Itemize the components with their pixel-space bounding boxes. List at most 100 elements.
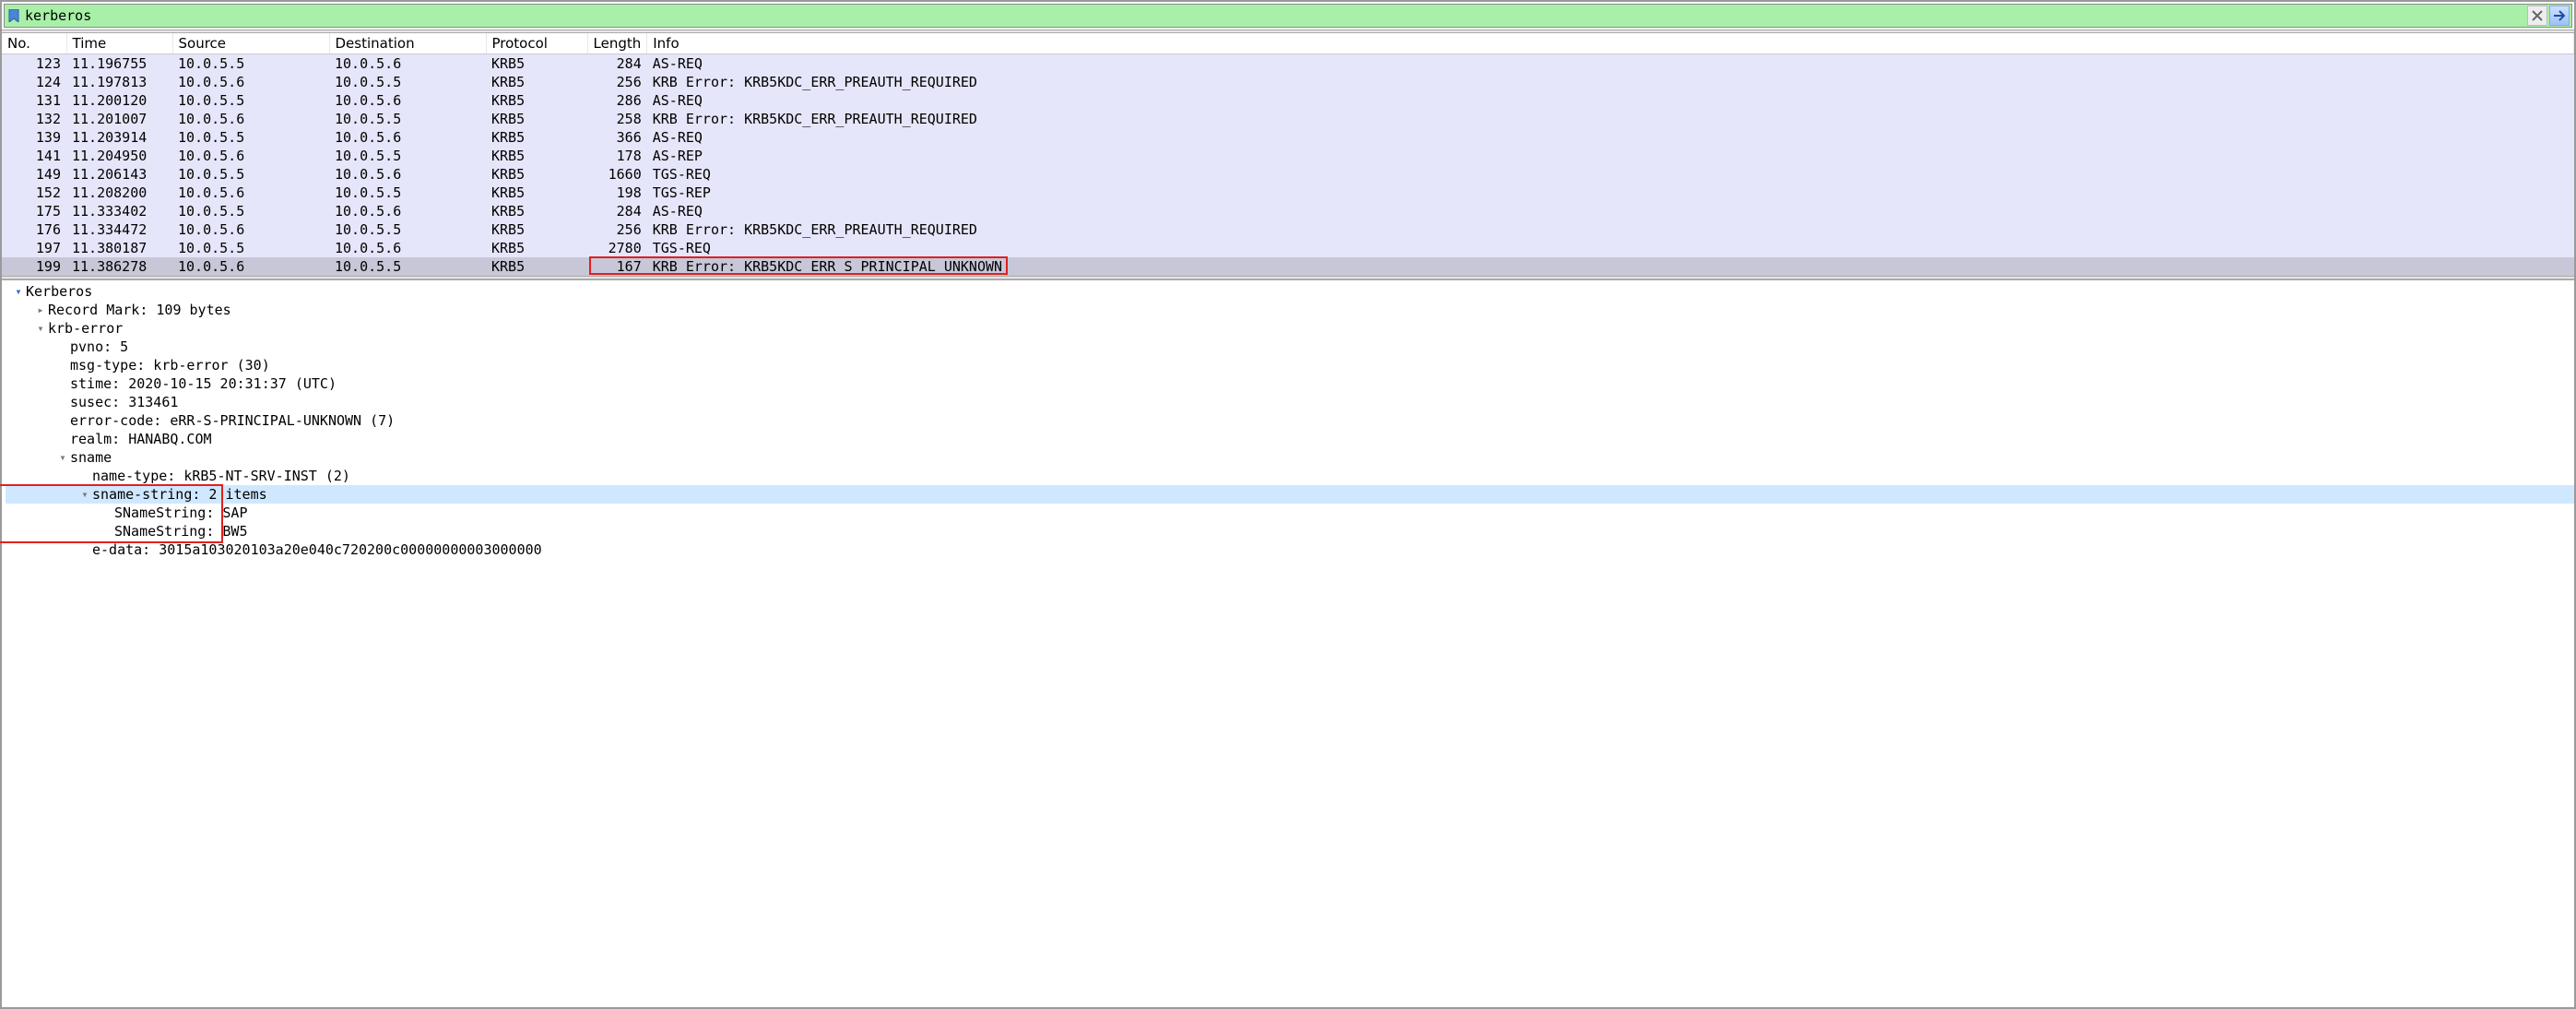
tree-stime[interactable]: stime: 2020-10-15 20:31:37 (UTC) (6, 374, 2574, 393)
col-proto[interactable]: Protocol (486, 33, 587, 54)
cell: 10.0.5.5 (329, 110, 486, 128)
cell-info: TGS-REP (647, 184, 2574, 202)
cell: 11.203914 (66, 128, 172, 147)
cell: 123 (2, 54, 66, 74)
packet-row[interactable]: 17611.33447210.0.5.610.0.5.5KRB5256KRB E… (2, 220, 2574, 239)
col-len[interactable]: Length (587, 33, 647, 54)
cell: 10.0.5.6 (172, 184, 329, 202)
packet-row[interactable]: 12311.19675510.0.5.510.0.5.6KRB5284AS-RE… (2, 54, 2574, 74)
cell: 10.0.5.5 (329, 184, 486, 202)
display-filter-bar (4, 4, 2572, 28)
bookmark-icon[interactable] (5, 9, 23, 22)
cell: 176 (2, 220, 66, 239)
tree-sname-item-0[interactable]: SNameString: SAP (6, 504, 2574, 522)
cell: 131 (2, 91, 66, 110)
cell: 10.0.5.6 (329, 165, 486, 184)
cell: 11.197813 (66, 73, 172, 91)
packet-row[interactable]: 15211.20820010.0.5.610.0.5.5KRB5198TGS-R… (2, 184, 2574, 202)
tree-msg-type[interactable]: msg-type: krb-error (30) (6, 356, 2574, 374)
cell-info: TGS-REQ (647, 165, 2574, 184)
cell: 10.0.5.6 (172, 73, 329, 91)
cell: 198 (587, 184, 647, 202)
packet-header-row: No. Time Source Destination Protocol Len… (2, 33, 2574, 54)
tree-label: error-code: eRR-S-PRINCIPAL-UNKNOWN (7) (70, 412, 395, 429)
chevron-down-icon: ▾ (11, 285, 26, 298)
cell: 11.380187 (66, 239, 172, 257)
col-time[interactable]: Time (66, 33, 172, 54)
packet-row[interactable]: 14911.20614310.0.5.510.0.5.6KRB51660TGS-… (2, 165, 2574, 184)
tree-sname-string[interactable]: ▾ sname-string: 2 items (6, 485, 2574, 504)
tree-name-type[interactable]: name-type: kRB5-NT-SRV-INST (2) (6, 467, 2574, 485)
cell: 10.0.5.5 (329, 220, 486, 239)
cell-info: KRB Error: KRB5KDC_ERR_PREAUTH_REQUIRED (647, 73, 2574, 91)
tree-sname-item-1[interactable]: SNameString: BW5 (6, 522, 2574, 540)
cell-info: AS-REQ (647, 91, 2574, 110)
chevron-right-icon: ▸ (33, 303, 48, 316)
cell: 10.0.5.6 (329, 202, 486, 220)
display-filter-input[interactable] (23, 6, 2527, 26)
cell: 141 (2, 147, 66, 165)
cell: 258 (587, 110, 647, 128)
tree-error-code[interactable]: error-code: eRR-S-PRINCIPAL-UNKNOWN (7) (6, 411, 2574, 430)
tree-label: e-data: 3015a103020103a20e040c720200c000… (92, 541, 542, 558)
cell: 10.0.5.6 (172, 110, 329, 128)
packet-row[interactable]: 17511.33340210.0.5.510.0.5.6KRB5284AS-RE… (2, 202, 2574, 220)
cell: KRB5 (486, 184, 587, 202)
cell: 199 (2, 257, 66, 276)
col-src[interactable]: Source (172, 33, 329, 54)
packet-row[interactable]: 13911.20391410.0.5.510.0.5.6KRB5366AS-RE… (2, 128, 2574, 147)
tree-label: msg-type: krb-error (30) (70, 357, 270, 374)
cell: 197 (2, 239, 66, 257)
cell: 11.208200 (66, 184, 172, 202)
cell: 11.334472 (66, 220, 172, 239)
cell: 10.0.5.6 (329, 239, 486, 257)
cell: 11.333402 (66, 202, 172, 220)
cell-info: AS-REQ (647, 128, 2574, 147)
cell: 10.0.5.5 (172, 202, 329, 220)
cell: 10.0.5.6 (172, 220, 329, 239)
cell: 10.0.5.6 (172, 257, 329, 276)
col-info[interactable]: Info (647, 33, 2574, 54)
tree-susec[interactable]: susec: 313461 (6, 393, 2574, 411)
col-dst[interactable]: Destination (329, 33, 486, 54)
cell: KRB5 (486, 202, 587, 220)
cell: 11.201007 (66, 110, 172, 128)
packet-detail-pane: ▾ Kerberos ▸ Record Mark: 109 bytes ▾ kr… (2, 279, 2574, 561)
tree-record-mark[interactable]: ▸ Record Mark: 109 bytes (6, 301, 2574, 319)
packet-row[interactable]: 13211.20100710.0.5.610.0.5.5KRB5258KRB E… (2, 110, 2574, 128)
cell: 149 (2, 165, 66, 184)
cell: 11.196755 (66, 54, 172, 74)
tree-label: krb-error (48, 320, 123, 337)
cell: 132 (2, 110, 66, 128)
cell-info: KRB Error: KRB5KDC_ERR_S_PRINCIPAL_UNKNO… (647, 257, 2574, 276)
cell: 10.0.5.5 (172, 54, 329, 74)
tree-krb-error[interactable]: ▾ krb-error (6, 319, 2574, 338)
apply-filter-icon[interactable] (2549, 6, 2570, 26)
packet-row[interactable]: 14111.20495010.0.5.610.0.5.5KRB5178AS-RE… (2, 147, 2574, 165)
tree-label: Kerberos (26, 283, 92, 300)
tree-label: realm: HANABQ.COM (70, 431, 212, 447)
packet-row[interactable]: 19711.38018710.0.5.510.0.5.6KRB52780TGS-… (2, 239, 2574, 257)
cell: 11.204950 (66, 147, 172, 165)
tree-kerberos[interactable]: ▾ Kerberos (6, 282, 2574, 301)
cell: 10.0.5.5 (172, 128, 329, 147)
chevron-down-icon: ▾ (55, 451, 70, 464)
cell: KRB5 (486, 220, 587, 239)
tree-sname[interactable]: ▾ sname (6, 448, 2574, 467)
packet-row[interactable]: 19911.38627810.0.5.610.0.5.5KRB5167KRB E… (2, 257, 2574, 276)
cell: 2780 (587, 239, 647, 257)
cell: KRB5 (486, 91, 587, 110)
cell: KRB5 (486, 73, 587, 91)
cell: 10.0.5.6 (329, 128, 486, 147)
tree-label: sname (70, 449, 112, 466)
tree-realm[interactable]: realm: HANABQ.COM (6, 430, 2574, 448)
cell-info: KRB Error: KRB5KDC_ERR_PREAUTH_REQUIRED (647, 220, 2574, 239)
cell: 366 (587, 128, 647, 147)
tree-pvno[interactable]: pvno: 5 (6, 338, 2574, 356)
packet-row[interactable]: 12411.19781310.0.5.610.0.5.5KRB5256KRB E… (2, 73, 2574, 91)
cell: 286 (587, 91, 647, 110)
tree-e-data[interactable]: e-data: 3015a103020103a20e040c720200c000… (6, 540, 2574, 559)
col-no[interactable]: No. (2, 33, 66, 54)
clear-filter-icon[interactable] (2527, 6, 2547, 26)
packet-row[interactable]: 13111.20012010.0.5.510.0.5.6KRB5286AS-RE… (2, 91, 2574, 110)
